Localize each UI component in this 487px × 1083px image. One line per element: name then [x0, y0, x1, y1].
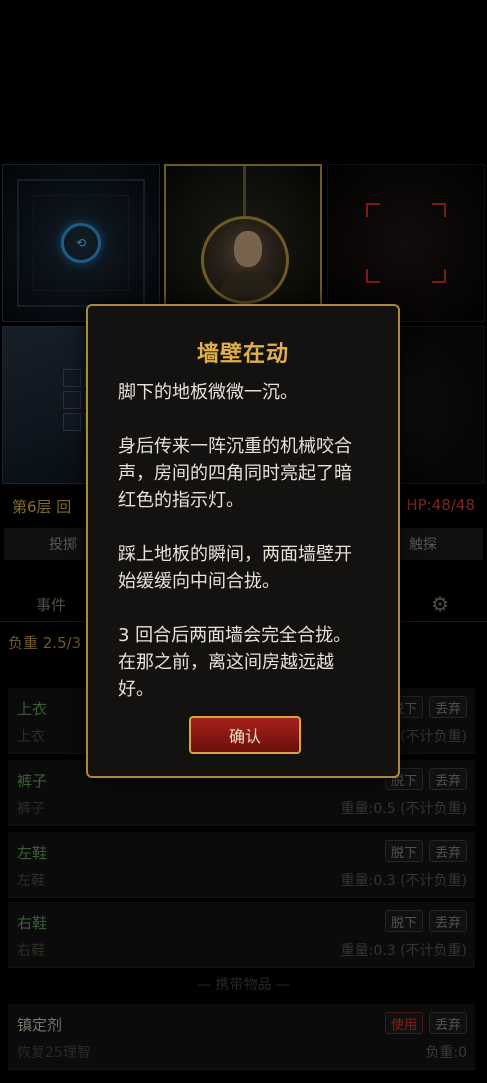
dialog-paragraph: 3 回合后两面墙会完全合拢。在那之前，离这间房越远越好。: [118, 625, 352, 700]
confirm-button[interactable]: 确认: [189, 716, 301, 754]
dialog-title: 墙壁在动: [196, 342, 289, 367]
dialog-paragraph: 身后传来一阵沉重的机械咬合声，房间的四角同时亮起了暗红色的指示灯。: [118, 436, 352, 511]
dialog-body: 脚下的地板微微一沉。 身后传来一阵沉重的机械咬合声，房间的四角同时亮起了暗红色的…: [118, 379, 368, 703]
dialog-paragraph: 踩上地板的瞬间，两面墙壁开始缓缓向中间合拢。: [118, 544, 352, 592]
dialog-paragraph: 脚下的地板微微一沉。: [118, 382, 298, 403]
event-dialog: 墙壁在动 脚下的地板微微一沉。 身后传来一阵沉重的机械咬合声，房间的四角同时亮起…: [86, 304, 400, 778]
